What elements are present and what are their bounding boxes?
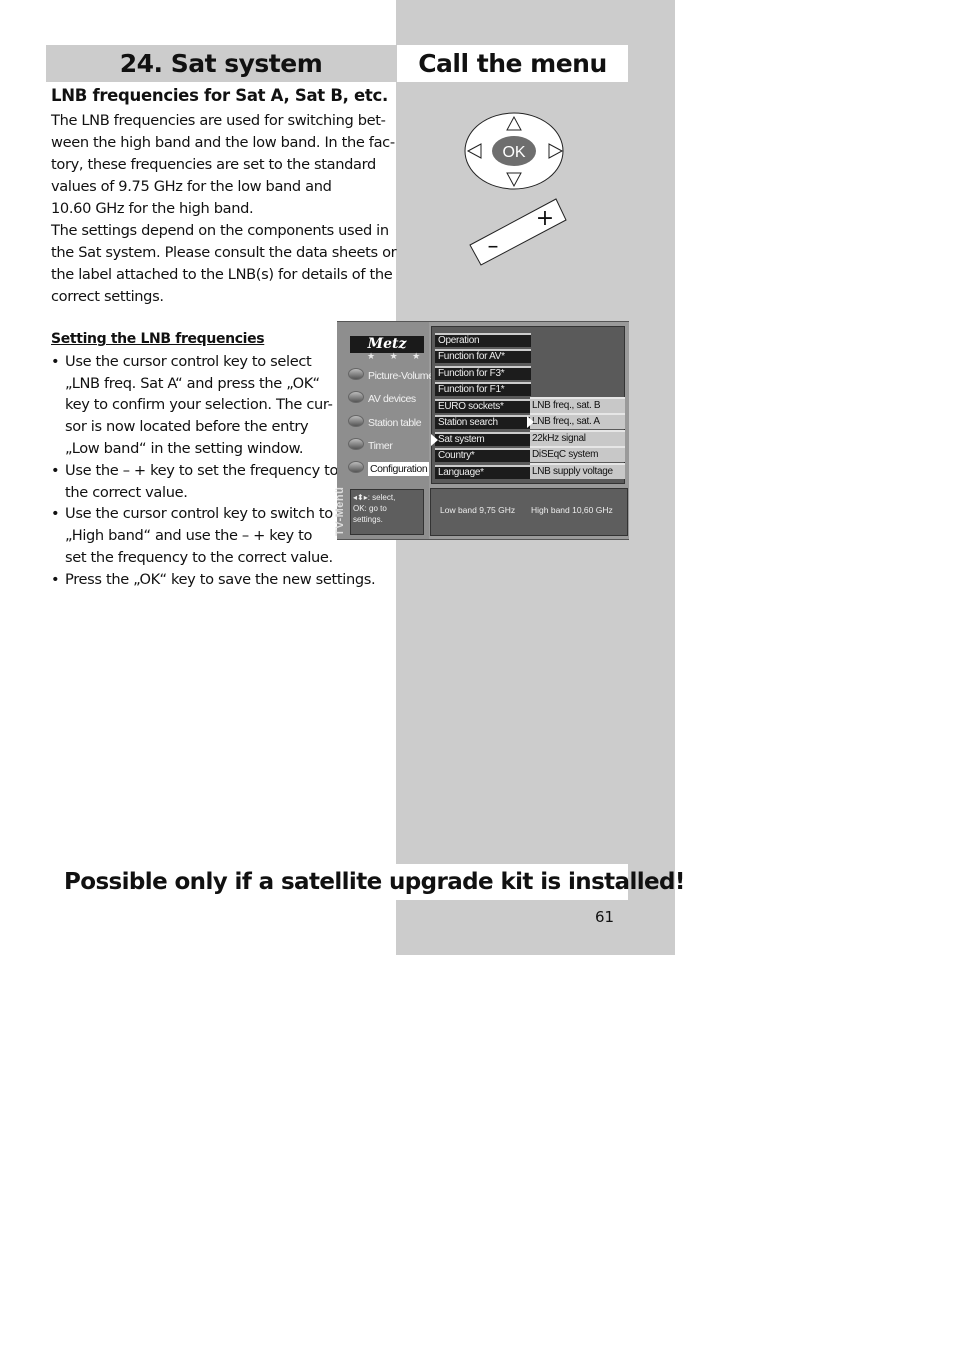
help-line: ◂⬍▸: select, [353, 493, 396, 502]
menu-ball-icon [348, 438, 364, 450]
bullet-line: Use the cursor control key to select [65, 352, 312, 370]
bullet-line: key to confirm your selection. The cur- [65, 396, 333, 414]
option-item[interactable]: LNB supply voltage [530, 463, 625, 479]
intro-line: correct settings. [51, 288, 164, 305]
intro-line: The settings depend on the components us… [51, 222, 389, 239]
minus-label: – [488, 234, 499, 259]
intro-line: tory, these frequencies are set to the s… [51, 156, 376, 173]
submenu-item[interactable]: Operation [435, 333, 531, 347]
submenu-item[interactable]: Language* [435, 465, 531, 479]
submenu-item[interactable]: Function for F3* [435, 366, 531, 380]
menu-item-configuration[interactable]: Configuration [348, 460, 430, 478]
ok-button-label: OK [502, 144, 525, 161]
option-item-selected[interactable]: LNB freq., sat. A [530, 413, 625, 429]
chapter-title: 24. Sat system [46, 45, 396, 82]
menu-ball-icon [348, 368, 364, 380]
bullet-line: Use the cursor control key to switch to [65, 505, 333, 523]
instructions-title: Setting the LNB frequencies [51, 331, 265, 347]
instruction-bullet: • Use the cursor control key to switch t… [51, 503, 371, 568]
selection-pointer-icon [431, 434, 438, 446]
bullet-line: „LNB freq. Sat A“ and press the „OK“ [65, 374, 320, 392]
intro-line: the Sat system. Please consult the data … [51, 244, 397, 261]
intro-line: The LNB frequencies are used for switchi… [51, 112, 386, 129]
intro-paragraph: The LNB frequencies are used for switchi… [51, 110, 397, 308]
bullet-icon: • [51, 461, 60, 479]
submenu-item-selected[interactable]: Sat system [435, 432, 531, 446]
menu-ball-icon [348, 461, 364, 473]
bullet-icon: • [51, 505, 60, 523]
remote-control-illustration: OK – + [464, 112, 567, 266]
bullet-icon: • [51, 352, 60, 370]
page-number: 61 [595, 908, 615, 926]
option-item[interactable]: LNB freq., sat. B [530, 397, 625, 413]
help-line: OK: go to [353, 504, 387, 513]
submenu-item[interactable]: Function for AV* [435, 349, 531, 363]
help-box: ◂⬍▸: select, OK: go to settings. [350, 489, 424, 535]
menu-item-station-table[interactable]: Station table [348, 414, 422, 432]
bullet-icon: • [51, 570, 60, 588]
stars-icon: ★ ★ ★ [367, 351, 427, 361]
menu-ball-icon [348, 415, 364, 427]
bullet-line: set the frequency to the correct value. [65, 548, 333, 566]
submenu-panel: Operation Function for AV* Function for … [431, 326, 625, 484]
submenu-item[interactable]: Country* [435, 448, 531, 462]
bullet-line: „Low band“ in the setting window. [65, 439, 304, 457]
intro-line: the label attached to the LNB(s) for det… [51, 266, 393, 283]
intro-line: 10.60 GHz for the high band. [51, 200, 254, 217]
menu-ball-icon [348, 391, 364, 403]
menu-item-timer[interactable]: Timer [348, 437, 393, 455]
instructions-section: Setting the LNB frequencies • Use the cu… [51, 329, 376, 591]
tv-menu-screen: Metz ★ ★ ★ Picture-Volume AV devices Sta… [334, 321, 629, 540]
tv-menu-vertical-label: TV-Menü [334, 486, 346, 536]
menu-item-picture-volume[interactable]: Picture-Volume [348, 367, 434, 385]
call-menu-title: Call the menu [397, 45, 628, 82]
help-line: settings. [353, 515, 383, 524]
submenu-item[interactable]: Function for F1* [435, 382, 531, 396]
option-item[interactable]: 22kHz signal [530, 430, 625, 446]
submenu-item[interactable]: EURO sockets* [435, 399, 531, 413]
bullet-line: Use the – + key to set the frequency to [65, 461, 339, 479]
lnb-subheading: LNB frequencies for Sat A, Sat B, etc. [51, 86, 388, 105]
intro-line: values of 9.75 GHz for the low band and [51, 178, 332, 195]
option-item[interactable]: DiSEqC system [530, 446, 625, 462]
bullet-line: „High band“ and use the – + key to [65, 527, 313, 545]
bullet-line: sor is now located before the entry [65, 418, 309, 436]
submenu-item[interactable]: Station search [435, 415, 531, 429]
high-band-value[interactable]: High band 10,60 GHz [531, 505, 613, 515]
instruction-bullet: • Use the – + key to set the frequency t… [51, 460, 371, 504]
instruction-bullet: • Press the „OK“ key to save the new set… [51, 569, 376, 591]
bullet-line: Press the „OK“ key to save the new setti… [65, 570, 376, 588]
upgrade-kit-warning: Possible only if a satellite upgrade kit… [46, 864, 685, 900]
bullet-line: the correct value. [65, 483, 188, 501]
menu-item-av-devices[interactable]: AV devices [348, 390, 416, 408]
instruction-bullet: • Use the cursor control key to select „… [51, 351, 371, 460]
low-band-value[interactable]: Low band 9,75 GHz [440, 505, 515, 515]
selection-pointer-icon [527, 416, 534, 428]
intro-line: ween the high band and the low band. In … [51, 134, 395, 151]
plus-label: + [536, 206, 554, 231]
setting-window: Low band 9,75 GHz High band 10,60 GHz [430, 488, 628, 536]
